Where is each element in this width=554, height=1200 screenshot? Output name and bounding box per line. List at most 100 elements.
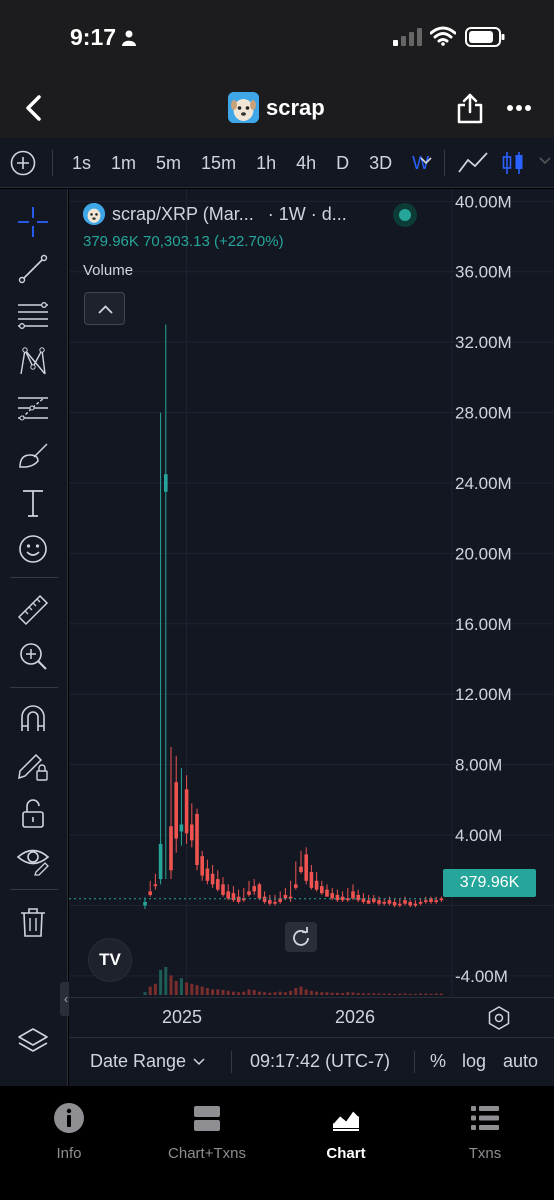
interval-1s[interactable]: 1s (72, 153, 91, 174)
candle-body (408, 901, 412, 906)
zoom-in-icon[interactable] (16, 639, 50, 673)
candle-body (403, 900, 407, 904)
candle-body (169, 826, 173, 871)
volume-bar (169, 975, 173, 995)
chart-area[interactable]: 40.00M 36.00M 32.00M 28.00M 24.00M 20.00M 16.0… (69, 189, 554, 997)
ruler-icon[interactable] (16, 593, 50, 627)
brush-icon[interactable] (16, 439, 50, 473)
share-icon[interactable] (456, 92, 484, 124)
emoji-icon[interactable] (16, 532, 50, 566)
interval-1h[interactable]: 1h (256, 153, 276, 174)
volume-bar (429, 993, 433, 995)
interval-4h[interactable]: 4h (296, 153, 316, 174)
volume-bar (325, 992, 329, 995)
back-arrow-icon[interactable] (22, 94, 44, 122)
date-range-button[interactable]: Date Range (90, 1051, 186, 1072)
candle-body (283, 894, 288, 899)
volume-bar (387, 993, 391, 995)
market-status-indicator[interactable] (393, 203, 417, 227)
pattern-icon[interactable] (16, 345, 50, 379)
percent-scale-toggle[interactable]: % (430, 1051, 446, 1072)
candle-body (351, 891, 355, 899)
chevron-down-icon[interactable] (538, 156, 552, 166)
candle-body (330, 893, 334, 899)
add-indicator-icon[interactable] (10, 150, 36, 176)
volume-bar (346, 992, 350, 995)
volume-bar (242, 991, 246, 995)
candle-body (216, 879, 220, 890)
layers-icon[interactable] (16, 1025, 50, 1059)
candle-body (179, 824, 184, 832)
text-tool-icon[interactable] (16, 486, 50, 520)
chevron-down-icon[interactable] (419, 156, 433, 166)
list-icon (471, 1106, 499, 1130)
candle-body (200, 856, 204, 876)
candle-body (356, 894, 360, 901)
volume-bar (330, 992, 334, 995)
candle-body (377, 900, 381, 904)
crosshair-icon[interactable] (16, 205, 50, 239)
symbol-interval: · 1W · d... (267, 203, 347, 224)
timezone-clock[interactable]: 09:17:42 (UTC-7) (250, 1051, 390, 1072)
volume-bar (315, 991, 319, 995)
more-options-icon[interactable] (506, 104, 532, 112)
tab-txns[interactable]: Txns (420, 1102, 550, 1162)
refresh-icon (293, 927, 309, 946)
unlock-icon[interactable] (16, 796, 50, 830)
volume-bar (247, 989, 251, 995)
settings-icon[interactable] (487, 1006, 511, 1030)
eye-icon[interactable] (16, 842, 50, 876)
volume-bar (185, 982, 189, 995)
log-scale-toggle[interactable]: log (462, 1051, 486, 1072)
candle-body (143, 901, 147, 906)
collapse-legend-button[interactable] (84, 292, 125, 325)
volume-bar (226, 990, 230, 995)
volume-study-label[interactable]: Volume (83, 262, 347, 279)
tab-chart-txns[interactable]: Chart+Txns (142, 1102, 272, 1162)
time-axis[interactable]: 2025 2026 (69, 997, 554, 1037)
chart-toolbar: 1s 1m 5m 15m 1h 4h D 3D W (0, 138, 554, 188)
candle-body (174, 782, 178, 839)
trend-line-icon[interactable] (16, 252, 50, 286)
candle-body (288, 896, 293, 899)
volume-bar (309, 990, 313, 995)
chevron-down-icon[interactable] (193, 1058, 205, 1066)
reset-chart-button[interactable] (285, 922, 317, 952)
auto-scale-toggle[interactable]: auto (503, 1051, 538, 1072)
candle-body (424, 900, 428, 902)
lock-drawings-icon[interactable] (16, 749, 50, 783)
volume-bar (351, 992, 355, 995)
fib-retracement-icon[interactable] (16, 299, 50, 333)
tradingview-logo[interactable]: TV (88, 938, 132, 982)
interval-3d[interactable]: 3D (369, 153, 392, 174)
volume-bar (273, 992, 277, 995)
trash-icon[interactable] (16, 905, 50, 939)
candle-body (382, 901, 386, 904)
symbol-name[interactable]: scrap/XRP (Mar... (112, 204, 254, 225)
tab-info[interactable]: Info (4, 1102, 134, 1162)
candle-body (247, 891, 251, 895)
tab-label: Txns (468, 1145, 502, 1162)
volume-bar (377, 993, 381, 995)
candle-body (335, 894, 340, 901)
tab-label: Chart+Txns (168, 1145, 246, 1162)
volume-bar (320, 992, 324, 995)
volume-bar (408, 993, 412, 995)
tab-chart[interactable]: Chart (281, 1102, 411, 1162)
prediction-icon[interactable] (16, 392, 50, 426)
interval-1m[interactable]: 1m (111, 153, 136, 174)
candle-body (304, 854, 308, 881)
time-label-2026: 2026 (335, 1007, 376, 1027)
candle-body (398, 903, 402, 906)
volume-bar (413, 993, 417, 995)
interval-d[interactable]: D (336, 153, 349, 174)
interval-5m[interactable]: 5m (156, 153, 181, 174)
volume-bar (294, 988, 298, 995)
line-chart-icon[interactable] (457, 150, 489, 174)
interval-15m[interactable]: 15m (201, 153, 236, 174)
magnet-icon[interactable] (16, 701, 50, 735)
page-title: scrap (266, 94, 325, 120)
candle-body (236, 896, 241, 902)
candlestick-icon[interactable] (501, 150, 525, 176)
toolbar-divider (52, 150, 53, 176)
